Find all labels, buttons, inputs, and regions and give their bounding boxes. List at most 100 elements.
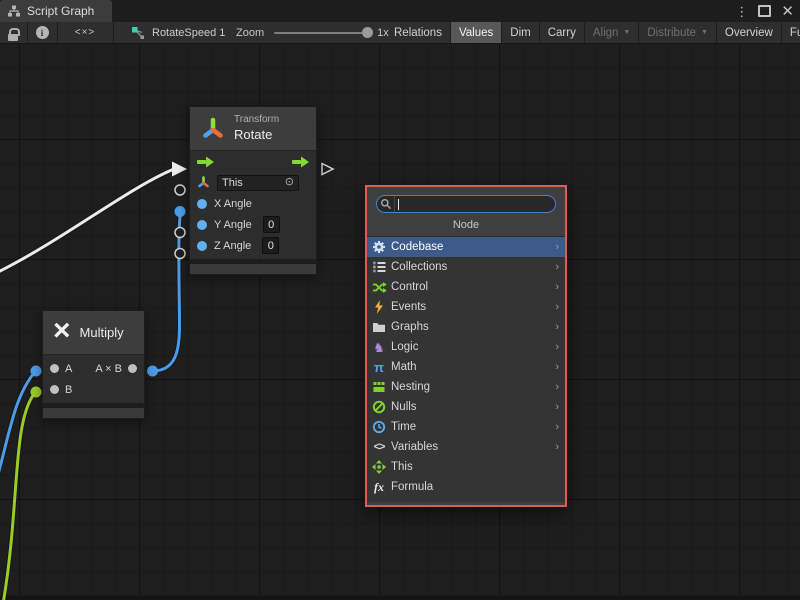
nesting-icon: [371, 380, 387, 395]
search-field[interactable]: [376, 195, 556, 213]
float-port-icon[interactable]: [197, 220, 207, 230]
search-icon: [377, 196, 395, 212]
transform-mini-icon: [197, 176, 210, 189]
pi-icon: π: [371, 360, 387, 375]
transform-icon: [200, 116, 226, 142]
window-close-icon[interactable]: ✕: [781, 4, 794, 19]
script-graph-window: Script Graph ⋮ ✕ i <×> Rotate: [0, 0, 800, 600]
this-object-field[interactable]: This ⊙: [217, 175, 299, 191]
window-maximize-icon[interactable]: [758, 5, 771, 17]
flow-out-icon[interactable]: [292, 156, 309, 168]
y-angle-value-field[interactable]: 0: [263, 216, 280, 233]
node-transform-rotate[interactable]: Transform Rotate This: [189, 106, 317, 275]
node-multiply[interactable]: × Multiply A A × B B: [42, 310, 145, 419]
chevron-right-icon: ›: [555, 261, 565, 273]
node-title: Rotate: [234, 127, 279, 143]
distribute-dropdown[interactable]: Distribute ▼: [639, 22, 717, 43]
finder-item-codebase[interactable]: Codebase ›: [367, 237, 565, 257]
flow-in-icon[interactable]: [197, 156, 214, 168]
value-port-icon[interactable]: [50, 364, 59, 373]
formula-icon: fx: [371, 480, 387, 495]
tab-script-graph[interactable]: Script Graph: [0, 0, 112, 22]
z-angle-row: Z Angle 0: [190, 235, 316, 259]
window-bottom-edge: [0, 596, 800, 600]
rotate-node-body: This ⊙ X Angle Y Angle 0 Z Angle 0: [189, 151, 317, 260]
chevron-right-icon: ›: [555, 401, 565, 413]
chevron-down-icon: ▼: [701, 29, 708, 36]
finder-item-math[interactable]: π Math ›: [367, 357, 565, 377]
this-row: This ⊙: [190, 172, 316, 193]
relations-button[interactable]: Relations: [386, 22, 451, 43]
window-controls: ⋮ ✕: [735, 0, 794, 22]
window-menu-icon[interactable]: ⋮: [735, 5, 748, 18]
chevron-right-icon: ›: [555, 241, 565, 253]
this-icon: [371, 460, 387, 475]
finder-list: Codebase › Collections ›: [367, 236, 565, 502]
chevron-right-icon: ›: [555, 441, 565, 453]
align-dropdown[interactable]: Align ▼: [585, 22, 640, 43]
finder-item-variables[interactable]: <> Variables ›: [367, 437, 565, 457]
multiply-node-header[interactable]: × Multiply: [42, 310, 145, 355]
fullscreen-button[interactable]: Full Screen: [782, 22, 800, 43]
x-angle-row: X Angle: [190, 193, 316, 214]
float-port-icon[interactable]: [197, 241, 207, 251]
finder-item-time[interactable]: Time ›: [367, 417, 565, 437]
value-port-icon[interactable]: [128, 364, 137, 373]
dim-button[interactable]: Dim: [502, 22, 539, 43]
y-angle-row: Y Angle 0: [190, 214, 316, 235]
lightning-icon: [371, 300, 387, 315]
info-icon: i: [36, 26, 49, 39]
variables-icon: <>: [371, 440, 387, 455]
collections-icon: [371, 260, 387, 275]
folder-icon: [371, 320, 387, 335]
graph-node-icon: [131, 26, 145, 40]
finder-item-nesting[interactable]: Nesting ›: [367, 377, 565, 397]
info-button[interactable]: i: [27, 22, 58, 43]
knight-icon: ♞: [371, 340, 387, 355]
node-category: Transform: [234, 114, 279, 127]
a-row: A A × B: [43, 358, 144, 379]
rotate-node-footer: [189, 263, 317, 275]
zoom-slider-handle[interactable]: [362, 27, 373, 38]
breadcrumb[interactable]: RotateSpeed 1: [131, 22, 225, 43]
zoom-slider-track[interactable]: [274, 32, 366, 34]
graph-name: RotateSpeed 1: [152, 27, 225, 39]
finder-item-graphs[interactable]: Graphs ›: [367, 317, 565, 337]
chevron-down-icon: ▼: [623, 29, 630, 36]
chevron-right-icon: ›: [555, 321, 565, 333]
chevron-right-icon: ›: [555, 361, 565, 373]
overview-button[interactable]: Overview: [717, 22, 782, 43]
multiply-icon: ×: [53, 316, 71, 346]
finder-item-events[interactable]: Events ›: [367, 297, 565, 317]
carry-button[interactable]: Carry: [540, 22, 585, 43]
zoom-control: Zoom 1x: [236, 22, 389, 43]
flow-row: [190, 151, 316, 172]
finder-item-logic[interactable]: ♞ Logic ›: [367, 337, 565, 357]
finder-item-this[interactable]: This: [367, 457, 565, 477]
object-picker-icon[interactable]: ⊙: [285, 177, 294, 188]
z-angle-value-field[interactable]: 0: [262, 237, 279, 254]
chevron-right-icon: ›: [555, 381, 565, 393]
b-row: B: [43, 379, 144, 400]
lock-button[interactable]: [0, 22, 28, 43]
multiply-node-footer: [42, 407, 145, 419]
value-port-icon[interactable]: [50, 385, 59, 394]
clock-icon: [371, 420, 387, 435]
toolbar-toggles: Relations Values Dim Carry Align ▼ Distr…: [386, 22, 800, 43]
multiply-node-body: A A × B B: [42, 355, 145, 404]
finder-item-control[interactable]: Control ›: [367, 277, 565, 297]
float-port-icon[interactable]: [197, 199, 207, 209]
finder-item-nulls[interactable]: Nulls ›: [367, 397, 565, 417]
control-icon: [371, 280, 387, 295]
search-input[interactable]: [399, 196, 555, 212]
node-finder-popup: Node Codebase ›: [365, 185, 567, 507]
values-button[interactable]: Values: [451, 22, 502, 43]
lock-icon: [8, 25, 19, 41]
rotate-node-header[interactable]: Transform Rotate: [189, 106, 317, 151]
null-icon: [371, 400, 387, 415]
code-preview-button[interactable]: <×>: [57, 22, 114, 43]
chevron-right-icon: ›: [555, 301, 565, 313]
finder-item-formula[interactable]: fx Formula: [367, 477, 565, 497]
gear-icon: [371, 240, 387, 255]
finder-item-collections[interactable]: Collections ›: [367, 257, 565, 277]
